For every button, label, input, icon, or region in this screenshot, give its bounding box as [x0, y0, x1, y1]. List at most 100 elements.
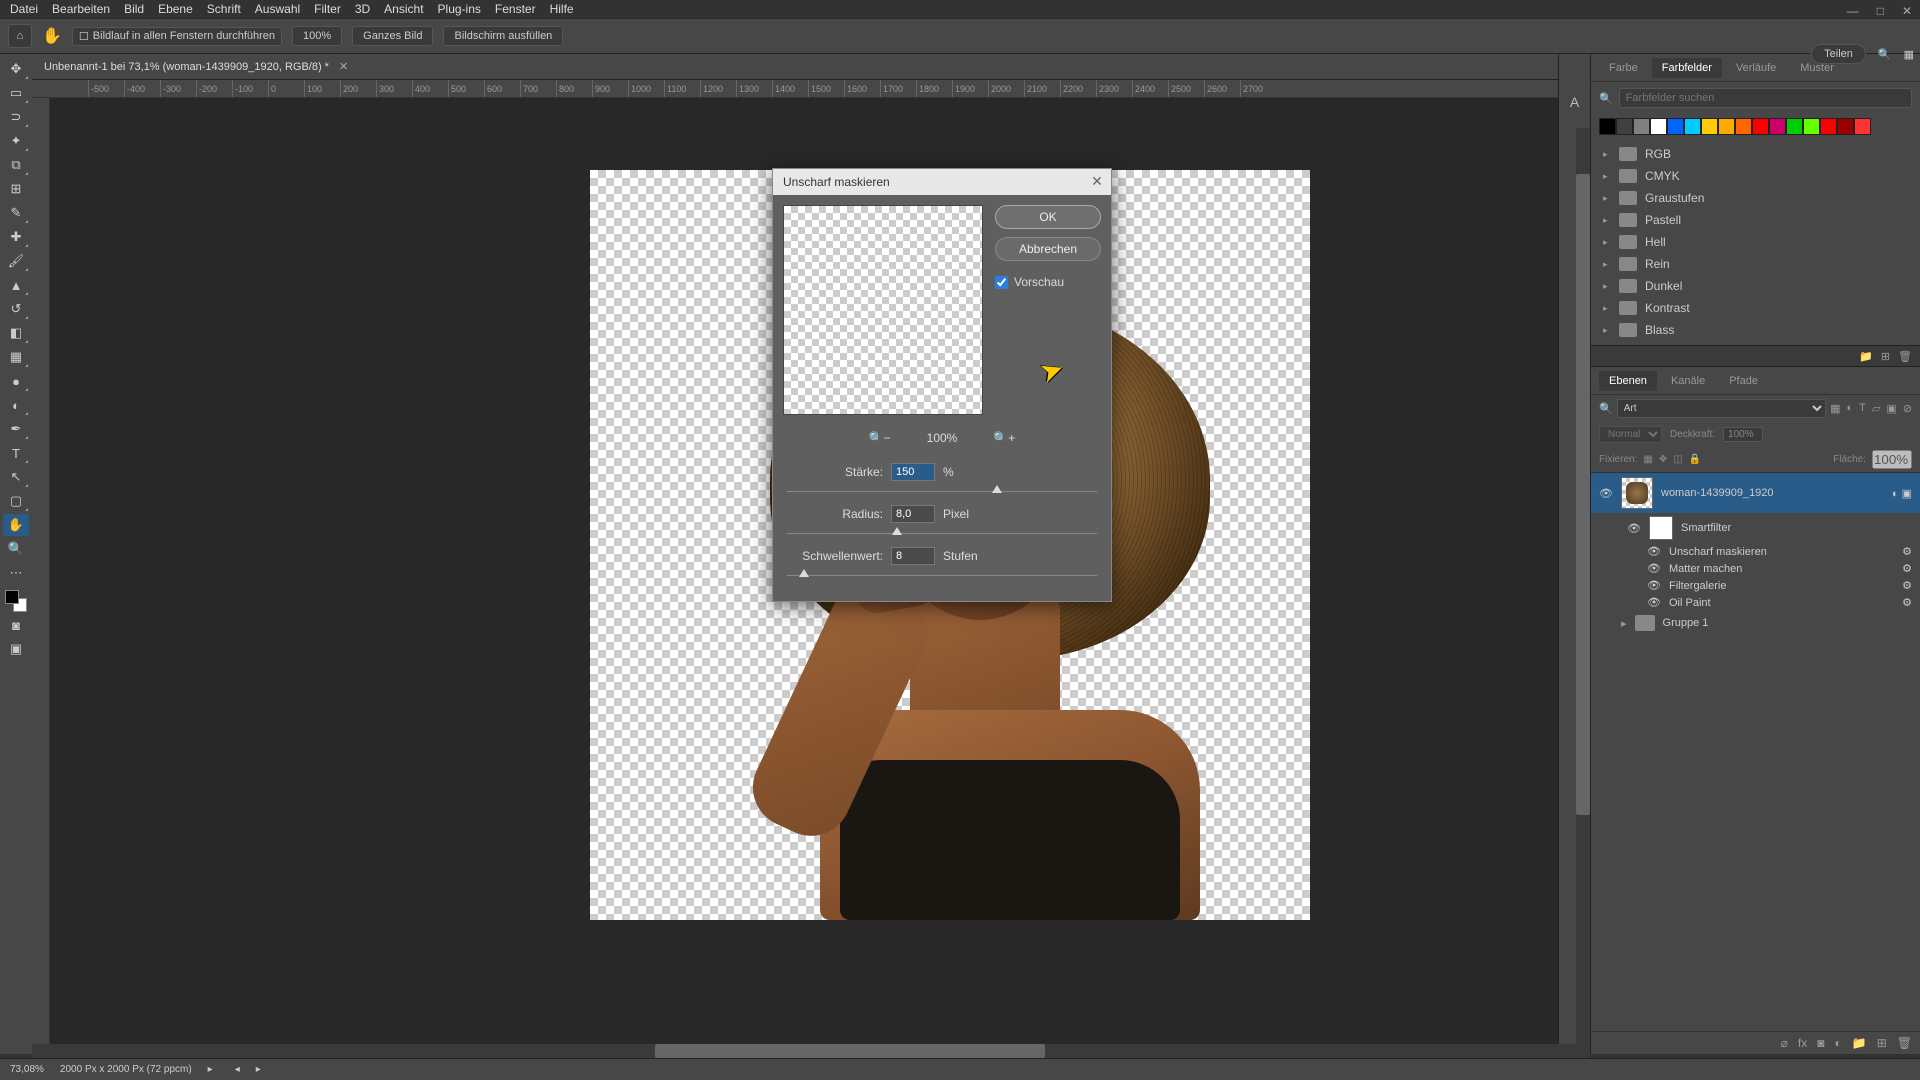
- filter-gallery[interactable]: 👁Filtergalerie⚙: [1591, 577, 1920, 594]
- preview-checkbox-input[interactable]: [995, 276, 1008, 289]
- lasso-tool[interactable]: ⊃: [3, 106, 29, 128]
- filter-oilpaint[interactable]: 👁Oil Paint⚙: [1591, 594, 1920, 611]
- frame-tool[interactable]: ⊞: [3, 178, 29, 200]
- color-swatch[interactable]: [1599, 118, 1616, 135]
- zoom-out-icon[interactable]: 🔍−: [869, 431, 891, 445]
- marquee-tool[interactable]: ▭: [3, 82, 29, 104]
- history-brush-tool[interactable]: ↺: [3, 298, 29, 320]
- pen-tool[interactable]: ✒: [3, 418, 29, 440]
- heal-tool[interactable]: ✚: [3, 226, 29, 248]
- new-group-icon[interactable]: 📁: [1852, 1036, 1867, 1050]
- preview-checkbox[interactable]: Vorschau: [995, 275, 1101, 289]
- menu-3d[interactable]: 3D: [355, 2, 370, 16]
- quickmask-icon[interactable]: ◙: [3, 614, 29, 636]
- swatch-folder[interactable]: ▸Pastell: [1591, 209, 1920, 231]
- tab-kanaele[interactable]: Kanäle: [1661, 371, 1715, 391]
- dodge-tool[interactable]: ◐: [3, 394, 29, 416]
- swatch-folder[interactable]: ▸Dunkel: [1591, 275, 1920, 297]
- path-select-tool[interactable]: ↖: [3, 466, 29, 488]
- tab-farbe[interactable]: Farbe: [1599, 58, 1648, 78]
- ok-button[interactable]: OK: [995, 205, 1101, 229]
- swatch-folder[interactable]: ▸CMYK: [1591, 165, 1920, 187]
- filter-options-icon[interactable]: ⚙: [1902, 562, 1912, 575]
- tab-verlaeufe[interactable]: Verläufe: [1726, 58, 1786, 78]
- dialog-preview[interactable]: [783, 205, 983, 415]
- lock-pixels-icon[interactable]: ▦: [1643, 454, 1652, 465]
- swatch-folder[interactable]: ▸Hell: [1591, 231, 1920, 253]
- menu-schrift[interactable]: Schrift: [207, 2, 241, 16]
- fill-field[interactable]: [1872, 450, 1912, 469]
- lock-all-icon[interactable]: 🔒: [1689, 454, 1701, 465]
- zoom-in-icon[interactable]: 🔍+: [993, 431, 1015, 445]
- smartfilter-row[interactable]: 👁 Smartfilter: [1591, 513, 1920, 543]
- cancel-button[interactable]: Abbrechen: [995, 237, 1101, 261]
- blur-tool[interactable]: ●: [3, 370, 29, 392]
- menu-plugins[interactable]: Plug-ins: [438, 2, 481, 16]
- color-swatch[interactable]: [1786, 118, 1803, 135]
- tab-ebenen[interactable]: Ebenen: [1599, 371, 1657, 391]
- vertical-scrollbar[interactable]: [1576, 128, 1590, 1044]
- swatch-folder[interactable]: ▸Graustufen: [1591, 187, 1920, 209]
- filter-matter[interactable]: 👁Matter machen⚙: [1591, 560, 1920, 577]
- menu-datei[interactable]: Datei: [10, 2, 38, 16]
- filter-adjust-icon[interactable]: ◐: [1847, 402, 1854, 415]
- lock-artboard-icon[interactable]: ◫: [1673, 454, 1682, 465]
- threshold-input[interactable]: [891, 547, 935, 565]
- swatch-folder[interactable]: ▸Blass: [1591, 319, 1920, 341]
- stamp-tool[interactable]: ▲: [3, 274, 29, 296]
- color-swatch[interactable]: [1667, 118, 1684, 135]
- type-tool[interactable]: T: [3, 442, 29, 464]
- status-arrow-icon[interactable]: ▸: [208, 1064, 213, 1075]
- layer-row-group[interactable]: ▸ Gruppe 1: [1591, 611, 1920, 635]
- brush-tool[interactable]: 🖌: [3, 250, 29, 272]
- color-swatch[interactable]: [1616, 118, 1633, 135]
- layer-filter-select[interactable]: Art: [1617, 399, 1826, 418]
- layer-thumbnail[interactable]: [1621, 477, 1653, 509]
- home-icon[interactable]: ⌂: [8, 24, 32, 48]
- gradient-tool[interactable]: ▦: [3, 346, 29, 368]
- layer-row-main[interactable]: 👁 woman-1439909_1920 ◐ ▣: [1591, 473, 1920, 513]
- expand-icon[interactable]: ▸: [1621, 617, 1627, 630]
- color-swatch[interactable]: [1837, 118, 1854, 135]
- color-swatch[interactable]: [1752, 118, 1769, 135]
- new-folder-icon[interactable]: 📁: [1859, 350, 1873, 363]
- fill-screen-button[interactable]: Bildschirm ausfüllen: [443, 26, 563, 46]
- wand-tool[interactable]: ✦: [3, 130, 29, 152]
- color-swatch[interactable]: [1820, 118, 1837, 135]
- layer-mask-icon[interactable]: ◙: [1817, 1036, 1824, 1050]
- new-swatch-icon[interactable]: ⊞: [1881, 350, 1890, 363]
- character-panel-icon[interactable]: A: [1570, 94, 1579, 110]
- crop-tool[interactable]: ⧉: [3, 154, 29, 176]
- color-swatch[interactable]: [1803, 118, 1820, 135]
- menu-ebene[interactable]: Ebene: [158, 2, 193, 16]
- link-layers-icon[interactable]: ⌀: [1781, 1036, 1788, 1050]
- dialog-close-icon[interactable]: ✕: [1089, 173, 1105, 189]
- menu-hilfe[interactable]: Hilfe: [550, 2, 574, 16]
- menu-filter[interactable]: Filter: [314, 2, 341, 16]
- filter-shape-icon[interactable]: ▱: [1872, 402, 1880, 415]
- filter-unsharp[interactable]: 👁Unscharf maskieren⚙: [1591, 543, 1920, 560]
- status-nav-right-icon[interactable]: ▸: [256, 1064, 261, 1075]
- color-swatch[interactable]: [1684, 118, 1701, 135]
- shape-tool[interactable]: ▢: [3, 490, 29, 512]
- amount-slider[interactable]: [787, 483, 1097, 499]
- document-tab[interactable]: Unbenannt-1 bei 73,1% (woman-1439909_192…: [32, 54, 1558, 80]
- radius-input[interactable]: [891, 505, 935, 523]
- lock-position-icon[interactable]: ✥: [1659, 454, 1667, 465]
- status-dimensions[interactable]: 2000 Px x 2000 Px (72 ppcm): [60, 1064, 192, 1075]
- fit-image-button[interactable]: Ganzes Bild: [352, 26, 433, 46]
- zoom-level-field[interactable]: 100%: [292, 26, 342, 46]
- color-swatch[interactable]: [1735, 118, 1752, 135]
- menu-auswahl[interactable]: Auswahl: [255, 2, 300, 16]
- swatch-folder[interactable]: ▸Kontrast: [1591, 297, 1920, 319]
- menu-fenster[interactable]: Fenster: [495, 2, 536, 16]
- blend-mode-select[interactable]: Normal: [1599, 426, 1662, 443]
- edit-toolbar-icon[interactable]: ⋯: [3, 562, 29, 584]
- layer-style-icon[interactable]: fx: [1798, 1036, 1807, 1050]
- color-swatch[interactable]: [1650, 118, 1667, 135]
- color-swatches[interactable]: [5, 590, 27, 612]
- color-swatch[interactable]: [1701, 118, 1718, 135]
- filter-options-icon[interactable]: ⚙: [1902, 579, 1912, 592]
- screenmode-icon[interactable]: ▣: [3, 638, 29, 660]
- filter-mask-thumbnail[interactable]: [1649, 516, 1673, 540]
